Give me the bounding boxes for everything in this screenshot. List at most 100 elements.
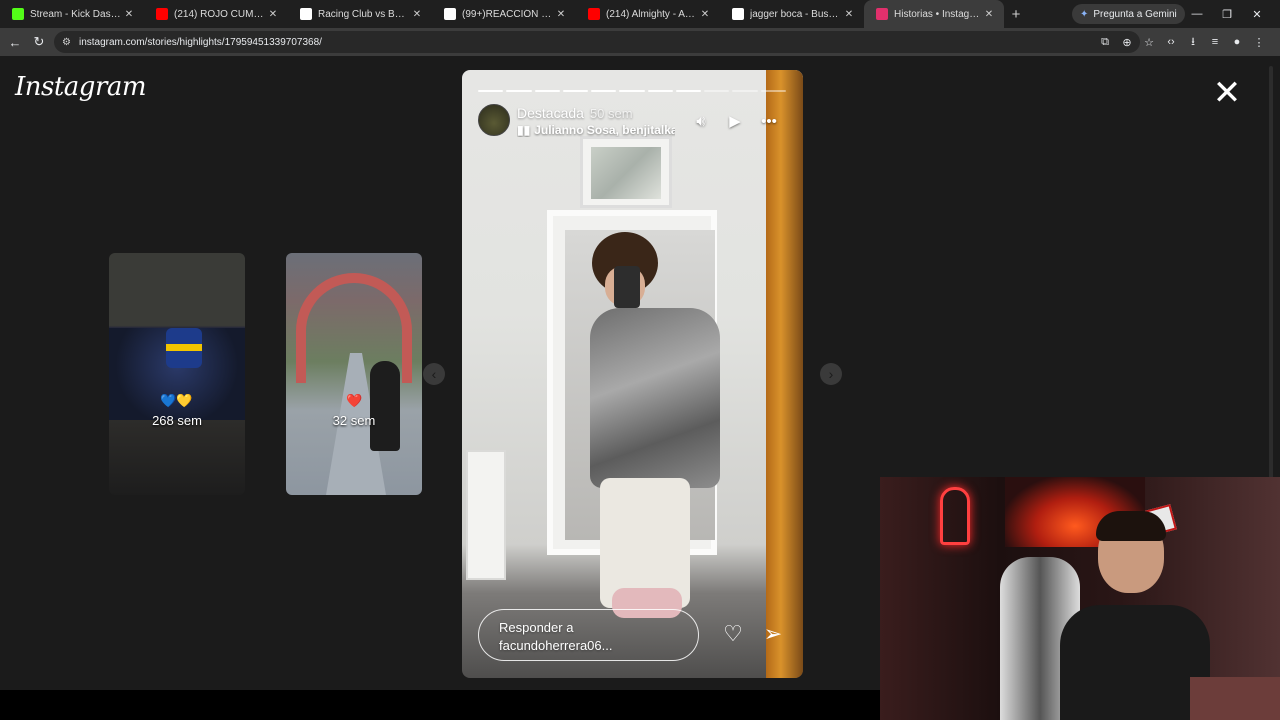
gemini-star-icon: ✦ <box>1080 8 1089 20</box>
music-label[interactable]: ▮▮Julianno Sosa, benjitalkapo <box>517 123 675 137</box>
restore-icon[interactable]: ❐ <box>1212 8 1242 21</box>
tab-title: (214) Almighty - Asalto (Of <box>606 8 698 20</box>
profile-avatar[interactable]: ● <box>1226 36 1248 48</box>
share-send-icon[interactable]: ➢ <box>753 621 793 647</box>
person-sweater <box>590 308 720 488</box>
progress-segment <box>704 90 730 92</box>
instagram-logo[interactable]: Instagram <box>15 72 147 102</box>
tab-title: Stream - Kick Dashboard <box>30 8 122 20</box>
next-story-arrow-icon[interactable]: › <box>820 363 842 385</box>
like-heart-icon[interactable]: ♡ <box>713 621 753 647</box>
browser-tab[interactable]: (99+)REACCIÓN RIVER-VEL✕ <box>432 0 576 28</box>
browser-tab[interactable]: Racing Club vs Boca Junior✕ <box>288 0 432 28</box>
window-controls: — ❐ ✕ <box>1182 0 1272 28</box>
story-header: Destacada 50 sem ▮▮ Julianno Sosa, benjita… <box>478 104 786 140</box>
reply-actions: ♡ ➢ <box>713 621 793 647</box>
minimize-icon[interactable]: — <box>1182 8 1212 20</box>
progress-segment <box>732 90 758 92</box>
kick-icon <box>12 8 24 20</box>
tab-title: (214) ROJO CUMPLIÓ CON <box>174 8 266 20</box>
download-icon[interactable]: ⭳ <box>1182 33 1204 52</box>
browser-tab[interactable]: jagger boca - Buscar con G✕ <box>720 0 864 28</box>
instagram-icon <box>876 8 888 20</box>
youtube-icon <box>156 8 168 20</box>
jersey-sticker <box>166 328 202 368</box>
story-preview-previous-2[interactable]: 💙💛 268 sem <box>109 253 245 495</box>
music-bars-icon: ▮▮ <box>517 123 531 137</box>
window-close-icon[interactable]: ✕ <box>1242 8 1272 21</box>
story-progress-bar <box>478 90 786 92</box>
author-name: Destacada <box>517 105 584 121</box>
phone <box>614 266 640 308</box>
tab-close-icon[interactable]: ✕ <box>698 9 712 20</box>
news-icon <box>300 8 312 20</box>
zoom-icon[interactable]: ⊕ <box>1116 36 1138 49</box>
address-bar[interactable]: ⚙ instagram.com/stories/highlights/17959… <box>54 31 1140 53</box>
door-frame <box>766 70 803 678</box>
progress-segment <box>506 90 532 92</box>
gemini-label: Pregunta a Gemini <box>1093 8 1177 20</box>
browser-tab[interactable]: Historias • Instagram ✕ <box>864 0 1004 28</box>
story-controls: 🔊︎ ▶ ••• <box>684 112 786 131</box>
progress-segment <box>675 90 702 92</box>
wall-picture <box>580 136 672 208</box>
story-preview-previous-1[interactable]: ❤️ 32 sem <box>286 253 422 495</box>
progress-segment <box>619 90 645 92</box>
progress-segment <box>534 90 560 92</box>
progress-segment <box>562 90 589 92</box>
more-options-icon[interactable]: ••• <box>752 113 786 130</box>
webcam-overlay <box>880 477 1280 720</box>
browser-tab[interactable]: (214) ROJO CUMPLIÓ CON✕ <box>144 0 288 28</box>
streamer-hair <box>1096 511 1166 541</box>
tab-title: Racing Club vs Boca Junior <box>318 8 410 20</box>
gemini-button[interactable]: ✦ Pregunta a Gemini <box>1072 4 1185 24</box>
volume-icon[interactable]: 🔊︎ <box>684 113 718 130</box>
story-author[interactable]: Destacada 50 sem <box>517 105 633 121</box>
side-table <box>466 450 506 580</box>
bookmark-star-icon[interactable]: ☆ <box>1138 36 1160 49</box>
story-age: 50 sem <box>589 106 633 121</box>
reload-icon[interactable]: ↻ <box>27 34 51 50</box>
tab-title: Historias • Instagram <box>894 8 982 20</box>
previous-story-arrow-icon[interactable]: ‹ <box>423 363 445 385</box>
tab-close-icon[interactable]: ✕ <box>266 9 280 20</box>
progress-segment <box>647 90 673 92</box>
neon-trophy <box>940 487 970 545</box>
reply-input[interactable]: Responder a facundoherrera06... <box>478 609 699 661</box>
walking-person <box>370 361 400 451</box>
browser-menu-icon[interactable]: ⋮ <box>1248 36 1270 49</box>
tab-close-icon[interactable]: ✕ <box>842 9 856 20</box>
story-preview-time: 268 sem <box>152 413 202 428</box>
tab-close-icon[interactable]: ✕ <box>554 9 568 20</box>
tab-close-icon[interactable]: ✕ <box>122 9 136 20</box>
open-in-app-icon[interactable]: ⧉ <box>1094 36 1116 49</box>
tab-close-icon[interactable]: ✕ <box>410 9 424 20</box>
hearts-emoji: 💙💛 <box>160 393 193 408</box>
highlight-avatar[interactable] <box>478 104 510 136</box>
story-preview-time: 32 sem <box>332 413 376 428</box>
music-artists: Julianno Sosa, benjitalkapo <box>534 123 675 137</box>
heart-emoji: ❤️ <box>346 393 363 408</box>
browser-toolbar: ← ↻ ⚙ instagram.com/stories/highlights/1… <box>0 28 1280 56</box>
tab-close-icon[interactable]: ✕ <box>982 9 996 20</box>
current-story[interactable]: Destacada 50 sem ▮▮ Julianno Sosa, benjita… <box>462 70 803 678</box>
progress-segment <box>591 90 617 92</box>
site-info-icon[interactable]: ⚙ <box>62 37 71 48</box>
streamer-torso <box>1060 605 1210 720</box>
devtools-icon[interactable]: ‹› <box>1160 36 1182 48</box>
browser-tab[interactable]: Stream - Kick Dashboard✕ <box>0 0 144 28</box>
desk <box>1190 677 1280 720</box>
tab-title: jagger boca - Buscar con G <box>750 8 842 20</box>
close-story-icon[interactable]: ✕ <box>1212 76 1242 110</box>
toolbar-actions: ⧉ ⊕ ☆ ‹› ⭳ ≡ ● ⋮ <box>1094 28 1270 56</box>
google-icon <box>732 8 744 20</box>
back-icon[interactable]: ← <box>3 35 27 50</box>
streamer <box>1060 511 1210 720</box>
browser-tab[interactable]: (214) Almighty - Asalto (Of✕ <box>576 0 720 28</box>
tab-title: (99+)REACCIÓN RIVER-VEL <box>462 8 554 20</box>
media-icon[interactable]: ≡ <box>1204 36 1226 48</box>
progress-segment <box>478 90 504 92</box>
youtube-icon <box>588 8 600 20</box>
new-tab-icon[interactable]: + <box>1004 6 1028 23</box>
play-icon[interactable]: ▶ <box>718 112 752 130</box>
